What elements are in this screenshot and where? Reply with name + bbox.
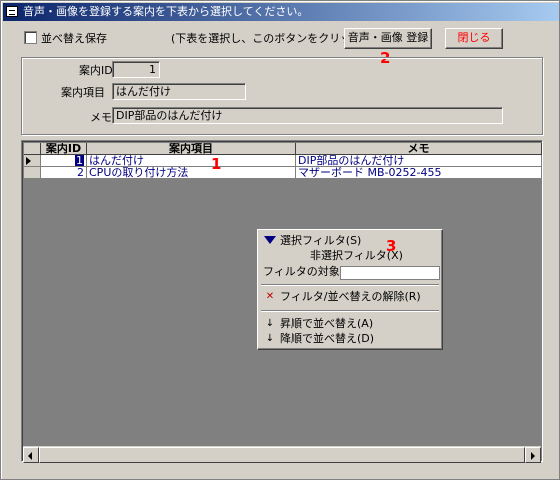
header-guide-item[interactable]: 案内項目 [87, 143, 296, 155]
scroll-right-button[interactable] [525, 447, 541, 463]
cell-guide-item[interactable]: CPUの取り付け方法 [87, 167, 296, 179]
register-media-button[interactable]: 音声・画像 登録 [344, 28, 432, 49]
guide-item-field[interactable]: はんだ付け [112, 83, 246, 100]
cell-memo[interactable]: マザーボード MB-0252-455 [296, 167, 542, 179]
main-window: 音声・画像を登録する案内を下表から選択してください。 並べ替え保存 (下表を選択… [0, 0, 560, 480]
horizontal-scrollbar[interactable] [23, 446, 541, 463]
save-sort-checkbox[interactable] [24, 31, 37, 44]
save-sort-label: 並べ替え保存 [41, 32, 107, 45]
header-memo[interactable]: メモ [296, 143, 542, 155]
header-guide-id[interactable]: 案内ID [41, 143, 87, 155]
scroll-thumb[interactable] [39, 447, 525, 463]
menu-item-sort-ascending[interactable]: ↓ 昇順で並べ替え(A) [260, 316, 440, 331]
remove-filter-icon: ✕ [265, 291, 275, 302]
cell-guide-item[interactable]: はんだ付け [87, 155, 296, 167]
header-selector[interactable] [24, 143, 41, 155]
arrow-left-icon [28, 452, 32, 460]
annotation-marker-1: 1 [211, 155, 222, 173]
filter-selection-icon [263, 234, 277, 247]
menu-item-sort-descending[interactable]: ↓ 降順で並べ替え(D) [260, 331, 440, 346]
window-title: 音声・画像を登録する案内を下表から選択してください。 [23, 5, 309, 18]
cell-guide-id[interactable]: 1 [41, 155, 87, 167]
menu-item-filter-excluding-selection[interactable]: 非選択フィルタ(X) [260, 248, 440, 263]
guide-id-label: 案内ID [79, 64, 113, 77]
memo-label: メモ [90, 111, 112, 124]
menu-item-filter-by-selection[interactable]: 選択フィルタ(S) [260, 233, 440, 248]
context-menu: 選択フィルタ(S) 非選択フィルタ(X) フィルタの対象(F): ✕ フィルタ/… [257, 229, 443, 350]
arrow-right-icon [531, 452, 535, 460]
cell-guide-id[interactable]: 2 [41, 167, 87, 179]
title-bar[interactable]: 音声・画像を登録する案内を下表から選択してください。 [3, 3, 559, 21]
menu-separator [261, 310, 439, 312]
cell-memo[interactable]: DIP部品のはんだ付け [296, 155, 542, 167]
row-selector[interactable] [24, 155, 41, 167]
close-button[interactable]: 閉じる [445, 28, 503, 49]
annotation-marker-3: 3 [386, 237, 397, 255]
menu-separator [261, 284, 439, 286]
current-row-icon [26, 157, 31, 165]
sort-descending-icon: ↓ [265, 333, 275, 344]
instruction-hint: (下表を選択し、このボタンをクリック) [171, 32, 367, 45]
filter-for-input[interactable] [340, 266, 440, 280]
memo-field[interactable]: DIP部品のはんだ付け [112, 107, 503, 124]
menu-item-remove-filter-sort[interactable]: ✕ フィルタ/並べ替えの解除(R) [260, 289, 440, 304]
sort-ascending-icon: ↓ [265, 318, 275, 329]
guide-id-field[interactable]: 1 [112, 61, 160, 78]
scroll-left-button[interactable] [23, 447, 39, 463]
form-icon [6, 6, 18, 17]
row-selector[interactable] [24, 167, 41, 179]
guide-item-label: 案内項目 [61, 86, 105, 99]
